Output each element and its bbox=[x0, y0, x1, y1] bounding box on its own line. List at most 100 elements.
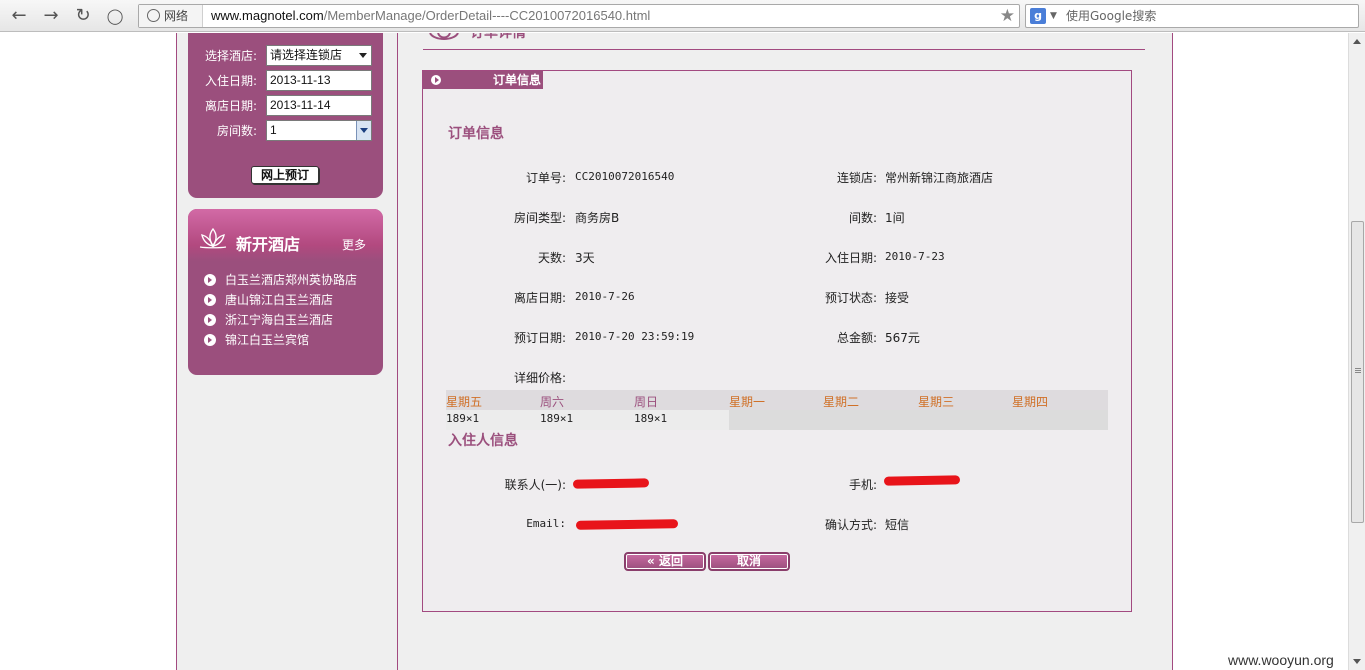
checkin-date-input[interactable]: 2013-11-13 bbox=[266, 70, 372, 91]
price-column: 周六 189×1 bbox=[540, 390, 634, 430]
hotel-list-item[interactable]: 唐山锦江白玉兰酒店 bbox=[204, 291, 333, 309]
forward-arrow-icon[interactable]: → bbox=[40, 5, 62, 27]
chevron-down-icon bbox=[359, 53, 367, 58]
arrow-bullet-icon bbox=[204, 294, 216, 306]
room-count-value: 1间 bbox=[885, 211, 905, 225]
room-type-label: 房间类型: bbox=[513, 211, 566, 225]
total-value: 567元 bbox=[885, 331, 920, 345]
status-value: 接受 bbox=[885, 291, 910, 305]
checkin-label: 入住日期: bbox=[204, 74, 257, 88]
column-divider bbox=[397, 33, 398, 670]
site-badge-label: 网络 bbox=[164, 9, 189, 23]
rooms-select[interactable]: 1 bbox=[266, 120, 372, 141]
watermark: www.wooyun.org bbox=[1228, 652, 1334, 668]
rooms-row: 房间数: 1 bbox=[188, 120, 383, 141]
booked-date-value: 2010-7-20 23:59:19 bbox=[575, 330, 695, 343]
chain-value: 常州新锦江商旅酒店 bbox=[885, 171, 994, 185]
browser-toolbar: ← → ↻ ◯ 网络 www.magnotel.com/MemberManage… bbox=[0, 0, 1365, 32]
email-label: Email: bbox=[526, 517, 566, 530]
chain-label: 连锁店: bbox=[836, 171, 877, 185]
arrow-bullet-icon bbox=[204, 334, 216, 346]
phone-label: 手机: bbox=[848, 478, 877, 492]
page-title: 订单详情 bbox=[470, 33, 526, 41]
order-no-value: CC2010072016540 bbox=[575, 170, 675, 183]
checkin-date-label: 入住日期: bbox=[824, 251, 877, 265]
site-info-badge[interactable]: 网络 bbox=[139, 5, 203, 27]
chevron-down-icon[interactable]: ▼ bbox=[1050, 5, 1057, 27]
confirm-method-value: 短信 bbox=[885, 518, 910, 532]
hotel-list-item[interactable]: 浙江宁海白玉兰酒店 bbox=[204, 311, 333, 329]
hotel-select-label: 选择酒店: bbox=[204, 49, 257, 63]
lotus-logo-icon bbox=[429, 33, 459, 40]
order-no-label: 订单号: bbox=[525, 171, 566, 185]
rooms-select-value: 1 bbox=[270, 123, 277, 137]
weekday-header: 星期一 bbox=[729, 395, 766, 409]
hotel-list-item-label: 锦江白玉兰宾馆 bbox=[225, 333, 310, 347]
checkout-date-input[interactable]: 2013-11-14 bbox=[266, 95, 372, 116]
title-divider bbox=[423, 49, 1145, 50]
total-label: 总金额: bbox=[836, 331, 877, 345]
contact-label: 联系人(一): bbox=[504, 478, 566, 492]
redacted-email bbox=[575, 519, 679, 530]
price-column: 星期一 bbox=[729, 390, 823, 430]
hotel-list-item-label: 白玉兰酒店郑州英协路店 bbox=[225, 273, 358, 287]
weekday-header: 周日 bbox=[634, 395, 659, 409]
price-table: 星期五 189×1 周六 189×1 周日 189×1 星期一 星期二 星期三 … bbox=[446, 390, 1108, 430]
price-cell: 189×1 bbox=[540, 412, 574, 425]
scroll-up-icon[interactable] bbox=[1353, 39, 1361, 44]
days-label: 天数: bbox=[537, 251, 566, 265]
order-info-tab-label: 订单信息 bbox=[493, 73, 542, 87]
checkin-date-value: 2010-7-23 bbox=[885, 250, 945, 263]
hotel-select-value: 请选择连锁店 bbox=[270, 48, 343, 62]
url-path: /MemberManage/OrderDetail----CC201007201… bbox=[323, 8, 651, 23]
confirm-method-label: 确认方式: bbox=[824, 518, 877, 532]
arrow-bullet-icon bbox=[204, 314, 216, 326]
booked-date-label: 预订日期: bbox=[513, 331, 566, 345]
hotel-list-item-label: 唐山锦江白玉兰酒店 bbox=[225, 293, 334, 307]
google-logo-icon[interactable]: g bbox=[1030, 8, 1046, 24]
checkout-row: 离店日期: 2013-11-14 bbox=[188, 95, 383, 116]
lotus-logo-icon bbox=[199, 227, 227, 249]
guest-section-title: 入住人信息 bbox=[448, 433, 518, 449]
hotel-select[interactable]: 请选择连锁店 bbox=[266, 45, 372, 66]
order-info-tab: 订单信息 bbox=[423, 71, 543, 89]
search-box[interactable]: g ▼ 使用Google搜索 bbox=[1025, 4, 1359, 28]
more-link[interactable]: 更多 bbox=[342, 236, 366, 253]
bookmark-star-icon[interactable]: ★ bbox=[1000, 5, 1015, 27]
key-icon[interactable]: ◯ bbox=[104, 5, 126, 27]
price-column: 周日 189×1 bbox=[634, 390, 728, 430]
url-domain: www.magnotel.com bbox=[211, 8, 324, 23]
checkout-date-label: 离店日期: bbox=[513, 291, 566, 305]
scroll-thumb[interactable] bbox=[1351, 221, 1364, 523]
back-arrow-icon[interactable]: ← bbox=[8, 5, 30, 27]
new-hotels-header: 新开酒店 更多 bbox=[188, 209, 383, 261]
hotel-select-row: 选择酒店: 请选择连锁店 bbox=[188, 45, 383, 66]
hotel-list-item[interactable]: 锦江白玉兰宾馆 bbox=[204, 331, 309, 349]
price-column: 星期三 bbox=[918, 390, 1012, 430]
price-column: 星期五 189×1 bbox=[446, 390, 540, 430]
redacted-contact bbox=[572, 478, 650, 489]
arrow-bullet-icon bbox=[431, 75, 441, 85]
search-placeholder: 使用Google搜索 bbox=[1066, 9, 1157, 23]
book-online-button[interactable]: 网上预订 bbox=[251, 166, 319, 184]
new-hotels-panel: 新开酒店 更多 白玉兰酒店郑州英协路店 唐山锦江白玉兰酒店 浙江宁海白玉兰酒店 … bbox=[188, 209, 383, 375]
room-count-label: 间数: bbox=[848, 211, 877, 225]
grip-icon bbox=[1355, 368, 1361, 369]
vertical-scrollbar[interactable] bbox=[1348, 33, 1365, 670]
hotel-list-item-label: 浙江宁海白玉兰酒店 bbox=[225, 313, 334, 327]
cancel-button[interactable]: 取消 bbox=[708, 552, 790, 571]
dropdown-arrow-icon[interactable] bbox=[356, 121, 371, 140]
new-hotels-title: 新开酒店 bbox=[236, 235, 301, 254]
order-section-title: 订单信息 bbox=[448, 126, 504, 142]
reload-icon[interactable]: ↻ bbox=[72, 5, 94, 27]
price-cell: 189×1 bbox=[634, 412, 668, 425]
url-text[interactable]: www.magnotel.com/MemberManage/OrderDetai… bbox=[211, 5, 650, 27]
days-value: 3天 bbox=[575, 251, 595, 265]
scroll-down-icon[interactable] bbox=[1353, 659, 1361, 664]
status-label: 预订状态: bbox=[824, 291, 877, 305]
rooms-label: 房间数: bbox=[216, 124, 257, 138]
back-button[interactable]: « 返回 bbox=[624, 552, 706, 571]
address-bar[interactable]: 网络 www.magnotel.com/MemberManage/OrderDe… bbox=[138, 4, 1020, 28]
weekday-header: 星期五 bbox=[446, 395, 483, 409]
hotel-list-item[interactable]: 白玉兰酒店郑州英协路店 bbox=[204, 271, 357, 289]
